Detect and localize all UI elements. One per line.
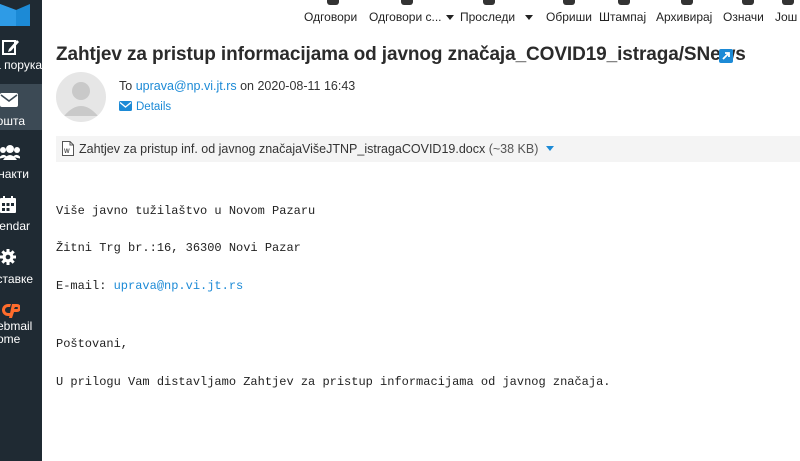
trash-icon [563,0,575,5]
open-in-new-window-icon[interactable] [719,49,733,63]
reply-icon [327,0,339,5]
svg-text:W: W [64,149,70,155]
cpanel-icon [0,302,21,320]
sidebar-item-label: lendar [0,219,30,233]
message-date: 2020-08-11 16:43 [257,79,356,93]
sidebar-item-label: ошта [0,114,25,128]
body-email-line: E-mail: uprava@np.vi.jt.rs [56,279,243,293]
forward-button-label: Проследи [460,10,516,24]
sidebar-item-label: нaкти [0,167,29,181]
archive-button-label: Архивирај [656,10,713,24]
body-line: U prilogu Vam distavljamo Zahtjev za pri… [56,375,611,389]
reply-button-label: Одговори [304,10,358,24]
webmail-label-line2: ome [0,332,21,346]
webmail-label-line1: ebmail [0,319,33,333]
attachment-dropdown-icon[interactable] [546,146,555,151]
sender-avatar [56,72,106,122]
mark-icon [742,0,754,5]
calendar-icon [0,196,18,214]
details-label: Details [136,101,172,113]
app-logo[interactable] [0,0,30,26]
attachment-size: (~38 KB) [488,142,539,156]
to-prefix: To [119,79,133,93]
delete-button[interactable]: Обриши [546,0,592,30]
word-document-icon: W [62,141,74,159]
contacts-icon [0,144,22,162]
forward-icon [483,0,495,5]
archive-button[interactable]: Архивирај [656,0,718,30]
body-greeting: Poštovani, [56,337,129,351]
sidebar-item-compose[interactable]: а порука [0,36,42,80]
sidebar-item-settings[interactable]: ставке [0,246,42,292]
reply-all-icon [400,0,413,5]
body-email-link[interactable]: uprava@np.vi.jt.rs [114,279,244,293]
sidebar-item-webmail-home[interactable]: ebmail ome [0,300,42,350]
details-toggle[interactable]: Details [119,101,171,114]
mark-button[interactable]: Означи [723,0,773,30]
reply-all-button[interactable]: Одговори с... [369,0,444,30]
toolbar: Одговори Одговори с... Проследи Обриши Ш… [42,0,800,30]
more-button[interactable]: Још [775,0,800,30]
body-line: Žitni Trg br.:16, 36300 Novi Pazar [56,241,301,255]
archive-icon [681,0,693,5]
body-line: Više javno tužilaštvo u Novom Pazaru [56,204,316,218]
forward-dropdown-icon[interactable] [525,15,533,20]
attachment-bar: W Zahtjev za pristup inf. od javnog znač… [56,136,800,162]
sidebar-item-label: ebmail ome [0,320,32,346]
sidebar: а порука ошта нaкти lendar ставке ebmail… [0,0,42,461]
print-button-label: Штампај [599,10,647,24]
envelope-icon [119,101,132,114]
sidebar-item-calendar[interactable]: lendar [0,192,42,238]
forward-button[interactable]: Проследи [460,0,518,30]
recipient-line: To uprava@np.vi.jt.rs on 2020-08-11 16:4… [119,79,355,93]
sidebar-item-contacts[interactable]: нaкти [0,138,42,184]
print-button[interactable]: Штампај [599,0,649,30]
print-icon [618,0,630,5]
message-subject: Zahtjev za pristup informacijama od javn… [56,44,746,65]
delete-button-label: Обриши [546,10,592,24]
more-button-label: Још [775,10,798,24]
recipient-address-link[interactable]: uprava@np.vi.jt.rs [136,79,237,93]
date-prefix: on [236,79,258,93]
mark-button-label: Означи [723,10,764,24]
sidebar-item-mail[interactable]: ошта [0,84,42,130]
attachment-link[interactable]: Zahtjev za pristup inf. od javnog značaj… [79,142,555,156]
more-icon [781,0,794,5]
sidebar-item-label: ставке [0,272,33,286]
reply-button[interactable]: Одговори [304,0,362,30]
compose-icon [2,38,20,56]
reply-all-dropdown-icon[interactable] [446,15,454,20]
sidebar-item-label: а порука [0,58,42,72]
envelope-icon [0,93,18,111]
reply-all-button-label: Одговори с... [369,10,442,24]
gear-icon [0,249,18,267]
email-label: E-mail: [56,279,114,293]
attachment-filename: Zahtjev za pristup inf. od javnog značaj… [79,142,486,156]
